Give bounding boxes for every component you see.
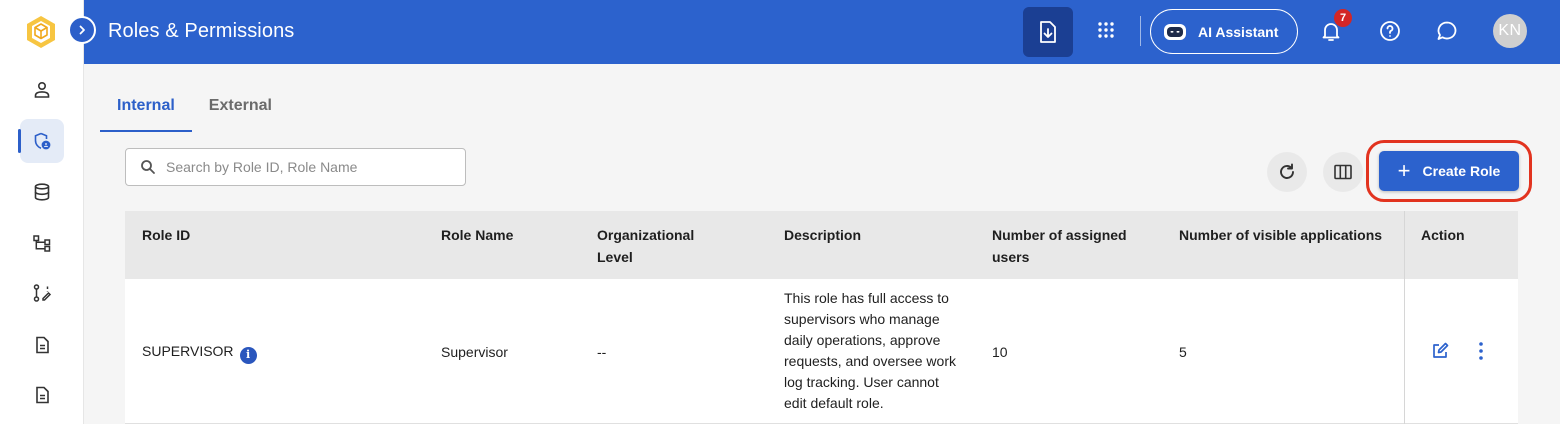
- notification-badge: 7: [1334, 9, 1352, 27]
- column-settings-button[interactable]: [1323, 152, 1363, 192]
- page-title: Roles & Permissions: [108, 20, 295, 42]
- user-icon: [34, 81, 50, 98]
- more-vertical-icon[interactable]: [1474, 340, 1488, 362]
- create-role-label: Create Role: [1422, 163, 1501, 179]
- database-icon: [34, 183, 50, 201]
- info-icon[interactable]: i: [239, 346, 257, 364]
- visible-apps-cell: 5: [1179, 344, 1187, 360]
- roles-table: Role ID Role Name Organizational Level D…: [125, 211, 1518, 424]
- role-id-cell: SUPERVISOR i: [142, 340, 257, 364]
- user-avatar[interactable]: KN: [1493, 14, 1527, 48]
- columns-icon: [1334, 164, 1352, 180]
- sidebar: [0, 0, 84, 424]
- column-header-role-name[interactable]: Role Name: [441, 224, 513, 246]
- edit-icon[interactable]: [1431, 342, 1449, 360]
- chevron-right-icon: [79, 25, 85, 35]
- document-icon: [36, 386, 49, 404]
- help-icon[interactable]: [1378, 19, 1402, 43]
- sidebar-item-reports[interactable]: [20, 373, 64, 417]
- top-header: Roles & Permissions AI Assistant 7 KN: [84, 0, 1560, 64]
- sidebar-item-users[interactable]: [20, 68, 64, 112]
- security-role-icon: [34, 132, 51, 150]
- sidebar-expand-button[interactable]: [68, 16, 96, 44]
- table-row[interactable]: SUPERVISOR i Supervisor -- This role has …: [125, 279, 1518, 424]
- search-icon: [141, 160, 155, 174]
- download-file-icon: [1040, 21, 1056, 43]
- role-name-cell: Supervisor: [441, 344, 508, 360]
- header-divider: [1140, 16, 1141, 46]
- chat-icon[interactable]: [1435, 19, 1459, 43]
- column-header-org-level[interactable]: Organizational Level: [597, 224, 727, 268]
- table-header: Role ID Role Name Organizational Level D…: [125, 211, 1518, 279]
- plus-icon: +: [1397, 158, 1411, 183]
- document-icon: [36, 336, 49, 354]
- download-button[interactable]: [1023, 7, 1073, 57]
- ai-assistant-label: AI Assistant: [1198, 23, 1279, 40]
- search-box[interactable]: [125, 148, 466, 186]
- action-column-divider: [1404, 211, 1405, 424]
- role-id-value: SUPERVISOR: [142, 343, 234, 359]
- app-logo[interactable]: [25, 15, 57, 49]
- apps-grid-icon: [1098, 22, 1114, 38]
- tab-internal[interactable]: Internal: [100, 86, 192, 132]
- hierarchy-icon: [33, 235, 51, 252]
- create-role-button[interactable]: + Create Role: [1379, 151, 1519, 191]
- org-level-cell: --: [597, 344, 607, 360]
- column-header-role-id[interactable]: Role ID: [142, 224, 190, 246]
- column-header-assigned-users[interactable]: Number of assigned users: [992, 224, 1152, 268]
- ai-assistant-button[interactable]: AI Assistant: [1150, 9, 1298, 54]
- active-indicator: [18, 129, 21, 153]
- app-launcher-button[interactable]: [1094, 18, 1118, 42]
- refresh-icon: [1280, 163, 1294, 179]
- role-type-tabs: Internal External: [100, 86, 289, 132]
- column-header-visible-apps[interactable]: Number of visible applications: [1179, 224, 1382, 246]
- tab-external[interactable]: External: [192, 86, 289, 132]
- workflow-icon: [33, 284, 52, 302]
- refresh-button[interactable]: [1267, 152, 1307, 192]
- column-header-action: Action: [1421, 227, 1465, 243]
- column-header-description[interactable]: Description: [784, 224, 861, 246]
- sidebar-item-hierarchy[interactable]: [20, 221, 64, 265]
- sidebar-item-roles[interactable]: [18, 119, 64, 163]
- sidebar-item-documents[interactable]: [20, 323, 64, 367]
- search-input[interactable]: [166, 159, 446, 175]
- description-cell: This role has full access to supervisors…: [784, 290, 956, 411]
- assigned-users-cell: 10: [992, 344, 1008, 360]
- sidebar-item-data[interactable]: [20, 170, 64, 214]
- robot-icon: [1164, 23, 1186, 40]
- sidebar-item-workflow[interactable]: [20, 271, 64, 315]
